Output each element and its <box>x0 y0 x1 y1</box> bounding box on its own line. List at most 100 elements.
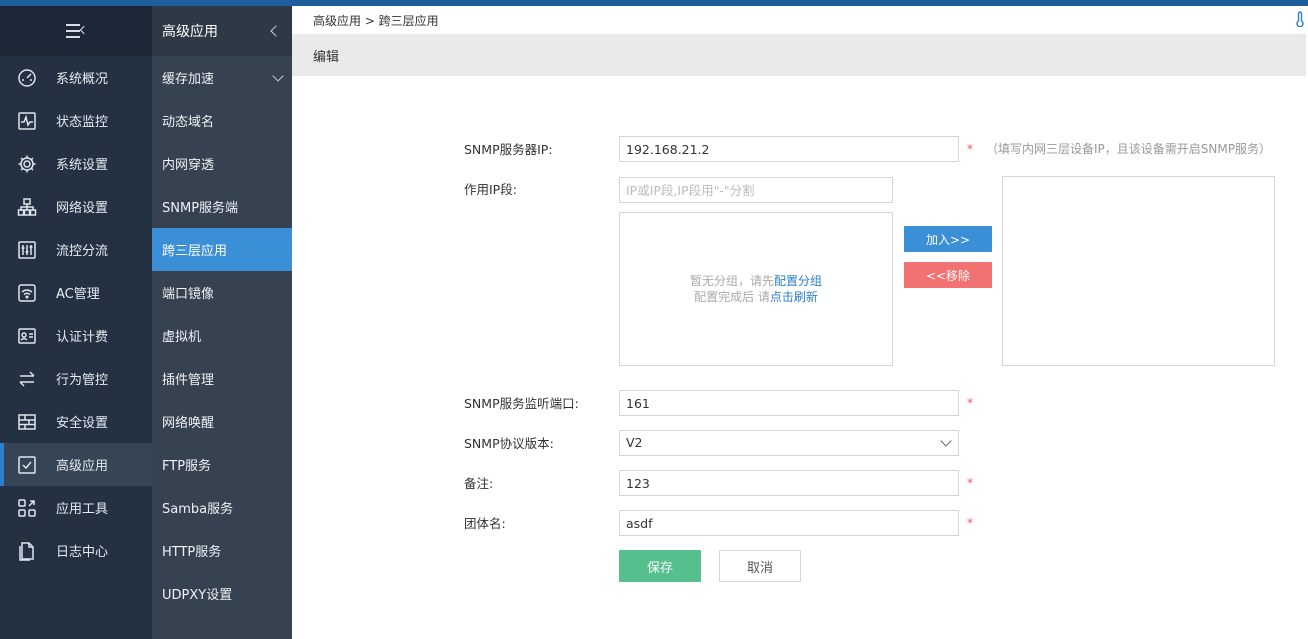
sidebar-item-label: 网络设置 <box>56 201 109 216</box>
sidebar-item-overview[interactable]: 系统概况 <box>0 56 152 99</box>
chevron-down-icon <box>272 69 284 82</box>
subnav-item-http[interactable]: HTTP服务 <box>152 529 292 572</box>
subnav-item-port-mirror[interactable]: 端口镜像 <box>152 271 292 314</box>
breadcrumb: 高级应用 > 跨三层应用 <box>292 6 1308 34</box>
version-selected-value: V2 <box>626 435 643 450</box>
checkbox-icon <box>16 454 38 476</box>
sidebar-item-label: 安全设置 <box>56 416 109 431</box>
wifi-icon <box>16 282 38 304</box>
ip-range-input[interactable] <box>619 177 893 203</box>
subnav-item-label: 缓存加速 <box>162 72 215 87</box>
sidebar-item-system-settings[interactable]: 系统设置 <box>0 142 152 185</box>
swap-icon <box>16 368 38 390</box>
sidebar-item-label: 应用工具 <box>56 502 109 517</box>
subnav-item-ftp[interactable]: FTP服务 <box>152 443 292 486</box>
subnav-item-plugins[interactable]: 插件管理 <box>152 357 292 400</box>
sidebar-item-label: 系统设置 <box>56 158 109 173</box>
subnav-item-label: FTP服务 <box>162 459 212 474</box>
community-label: 团体名: <box>464 516 506 531</box>
subnav-item-cross-layer3[interactable]: 跨三层应用 <box>152 228 292 271</box>
group-empty-message: 暂无分组，请先配置分组 配置完成后 请点击刷新 <box>620 273 892 305</box>
sidebar-item-monitor[interactable]: 状态监控 <box>0 99 152 142</box>
sidebar-item-logs[interactable]: 日志中心 <box>0 529 152 572</box>
subnav-item-label: 网络唤醒 <box>162 416 215 431</box>
id-card-icon <box>16 325 38 347</box>
subnav-item-udpxy[interactable]: UDPXY设置 <box>152 572 292 615</box>
thermometer-icon[interactable] <box>1296 11 1304 28</box>
subnav-item-label: UDPXY设置 <box>162 588 233 603</box>
subnav-item-ddns[interactable]: 动态域名 <box>152 99 292 142</box>
snmp-ip-hint: （填写内网三层设备IP，且该设备需开启SNMP服务） <box>986 142 1271 156</box>
document-icon <box>16 540 38 562</box>
sidebar-item-flow-control[interactable]: 流控分流 <box>0 228 152 271</box>
subnav-item-label: 跨三层应用 <box>162 244 228 259</box>
tools-icon <box>16 497 38 519</box>
primary-sidebar: 系统概况 状态监控 系统设置 网络设置 流控分流 AC管理 认证计费 行为管控 … <box>0 6 152 639</box>
snmp-ip-label: SNMP服务器IP: <box>464 142 553 157</box>
subnav-item-label: Samba服务 <box>162 502 234 517</box>
subnav-item-vm[interactable]: 虚拟机 <box>152 314 292 357</box>
gear-icon <box>16 153 38 175</box>
subnav-item-nat-traversal[interactable]: 内网穿透 <box>152 142 292 185</box>
sidebar-item-network[interactable]: 网络设置 <box>0 185 152 228</box>
version-select[interactable]: V2 <box>619 430 959 456</box>
firewall-icon <box>16 411 38 433</box>
subnav-item-label: 端口镜像 <box>162 287 215 302</box>
cancel-button[interactable]: 取消 <box>719 550 801 582</box>
subnav-item-snmp-server[interactable]: SNMP服务端 <box>152 185 292 228</box>
sliders-icon <box>16 239 38 261</box>
empty-text: 暂无分组，请先 <box>689 274 774 288</box>
empty-text: 配置完成后 请 <box>694 290 770 304</box>
secondary-sidebar: 高级应用 缓存加速 动态域名 内网穿透 SNMP服务端 跨三层应用 端口镜像 虚… <box>152 6 292 639</box>
remark-label: 备注: <box>464 476 494 491</box>
snmp-ip-input[interactable] <box>619 136 959 162</box>
refresh-link[interactable]: 点击刷新 <box>770 290 818 304</box>
port-input[interactable] <box>619 390 959 416</box>
sidebar-item-advanced[interactable]: 高级应用 <box>0 443 152 486</box>
remark-input[interactable] <box>619 470 959 496</box>
sidebar-collapse-toggle[interactable] <box>0 6 152 56</box>
subnav-header[interactable]: 高级应用 <box>152 6 292 56</box>
section-header: 编辑 <box>292 34 1306 76</box>
sidebar-item-label: AC管理 <box>56 287 100 302</box>
subnav-item-label: 动态域名 <box>162 115 215 130</box>
sidebar-item-behavior-control[interactable]: 行为管控 <box>0 357 152 400</box>
subnav-item-cache[interactable]: 缓存加速 <box>152 56 292 99</box>
sidebar-item-auth-billing[interactable]: 认证计费 <box>0 314 152 357</box>
subnav-item-label: 虚拟机 <box>162 330 202 345</box>
save-button[interactable]: 保存 <box>619 550 701 582</box>
selected-list-box[interactable] <box>1002 176 1275 366</box>
sidebar-item-label: 流控分流 <box>56 244 109 259</box>
sidebar-item-label: 行为管控 <box>56 373 109 388</box>
add-button[interactable]: 加入>> <box>904 226 992 252</box>
required-mark: * <box>967 476 973 490</box>
breadcrumb-text: 高级应用 > 跨三层应用 <box>313 13 439 28</box>
sidebar-item-ac-management[interactable]: AC管理 <box>0 271 152 314</box>
menu-collapse-icon <box>66 24 89 38</box>
ip-range-label: 作用IP段: <box>464 182 517 197</box>
sidebar-item-tools[interactable]: 应用工具 <box>0 486 152 529</box>
chevron-left-icon[interactable] <box>270 25 282 37</box>
chevron-down-icon <box>940 435 952 447</box>
sidebar-item-label: 认证计费 <box>56 330 109 345</box>
subnav-item-label: HTTP服务 <box>162 545 222 560</box>
sidebar-item-label: 高级应用 <box>56 459 109 474</box>
subnav-title: 高级应用 <box>162 24 218 40</box>
network-icon <box>16 196 38 218</box>
community-input[interactable] <box>619 510 959 536</box>
subnav-item-samba[interactable]: Samba服务 <box>152 486 292 529</box>
subnav-item-label: 内网穿透 <box>162 158 215 173</box>
gauge-icon <box>16 67 38 89</box>
remove-button[interactable]: <<移除 <box>904 262 992 288</box>
configure-group-link[interactable]: 配置分组 <box>774 274 822 288</box>
subnav-item-label: 插件管理 <box>162 373 215 388</box>
port-label: SNMP服务监听端口: <box>464 396 579 411</box>
sidebar-item-label: 系统概况 <box>56 72 109 87</box>
subnav-item-wol[interactable]: 网络唤醒 <box>152 400 292 443</box>
sidebar-item-label: 状态监控 <box>56 115 109 130</box>
section-title: 编辑 <box>313 49 340 65</box>
pulse-icon <box>16 110 38 132</box>
required-mark: * <box>967 142 973 156</box>
sidebar-item-security[interactable]: 安全设置 <box>0 400 152 443</box>
group-list-box[interactable]: 暂无分组，请先配置分组 配置完成后 请点击刷新 <box>619 212 893 366</box>
